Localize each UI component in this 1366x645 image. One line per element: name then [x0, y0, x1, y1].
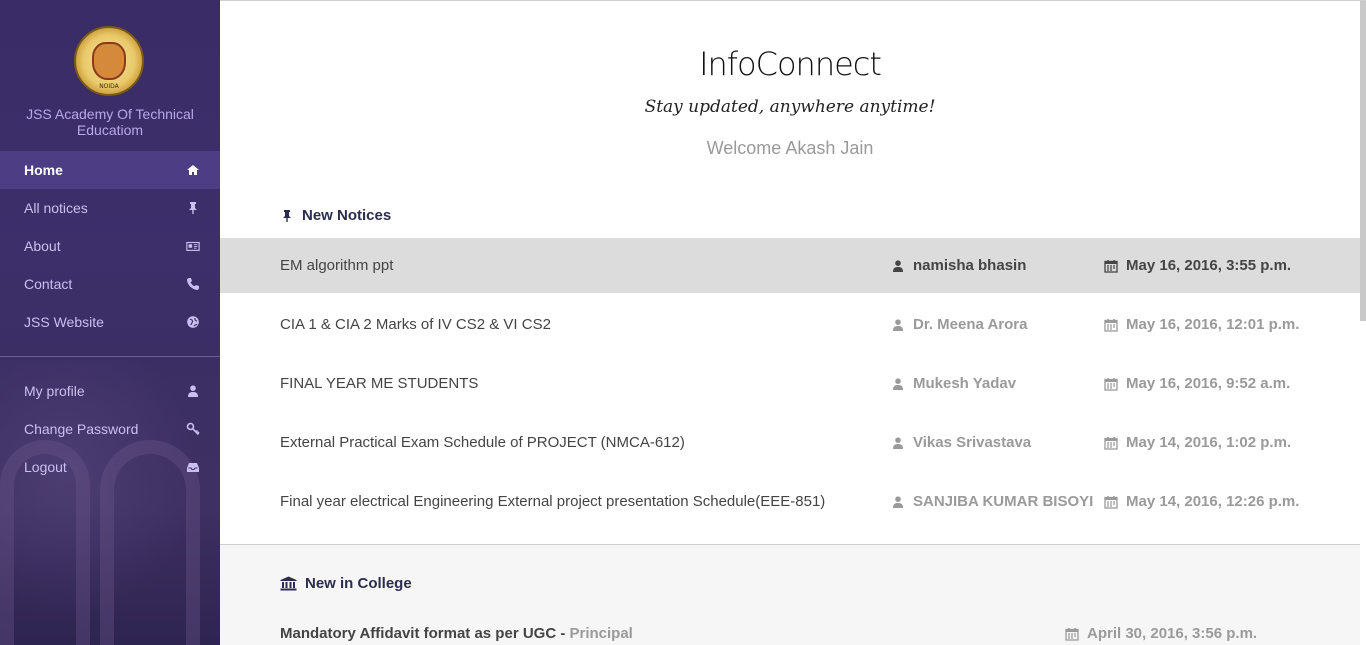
- college-item-date: April 30, 2016, 3:56 p.m.: [1065, 625, 1257, 642]
- nav-item-label: Home: [24, 162, 63, 178]
- new-in-college-heading: New in College: [280, 575, 412, 592]
- nav-item-my-profile[interactable]: My profile: [0, 372, 220, 410]
- notice-title[interactable]: External Practical Exam Schedule of PROJ…: [280, 434, 685, 451]
- college-logo[interactable]: NOIDA: [74, 26, 144, 96]
- notice-row[interactable]: External Practical Exam Schedule of PROJ…: [220, 415, 1360, 470]
- date-text: May 14, 2016, 1:02 p.m.: [1126, 434, 1292, 451]
- date-text: April 30, 2016, 3:56 p.m.: [1087, 625, 1258, 642]
- date-text: May 16, 2016, 9:52 a.m.: [1126, 375, 1291, 392]
- new-notices-heading: New Notices: [280, 207, 391, 224]
- notice-row[interactable]: CIA 1 & CIA 2 Marks of IV CS2 & VI CS2 D…: [220, 297, 1360, 352]
- pin-icon: [186, 201, 200, 215]
- calendar-icon: [1104, 259, 1118, 273]
- calendar-icon: [1065, 627, 1079, 641]
- nav-item-label: Change Password: [24, 421, 139, 437]
- nav-item-contact[interactable]: Contact: [0, 265, 220, 303]
- notice-date: May 16, 2016, 9:52 a.m.: [1104, 375, 1290, 392]
- nav-item-all-notices[interactable]: All notices: [0, 189, 220, 227]
- calendar-icon: [1104, 377, 1118, 391]
- notice-title[interactable]: CIA 1 & CIA 2 Marks of IV CS2 & VI CS2: [280, 316, 551, 333]
- date-text: May 16, 2016, 12:01 p.m.: [1126, 316, 1300, 333]
- author-name: Mukesh Yadav: [913, 375, 1017, 392]
- notice-author: Vikas Srivastava: [891, 434, 1031, 451]
- nav-item-jss-website[interactable]: JSS Website: [0, 303, 220, 341]
- app-title: InfoConnect: [699, 45, 882, 83]
- college-item[interactable]: Mandatory Affidavit format as per UGC - …: [280, 625, 633, 642]
- sidebar: NOIDA JSS Academy Of Technical Educatiom…: [0, 0, 220, 645]
- new-in-college-section: New in College Mandatory Affidavit forma…: [220, 544, 1360, 645]
- college-item-author: Principal: [569, 625, 633, 642]
- notice-row[interactable]: Final year electrical Engineering Extern…: [220, 474, 1360, 529]
- user-icon: [893, 436, 903, 449]
- pin-icon: [280, 209, 294, 223]
- college-item-separator: -: [556, 625, 570, 642]
- globe-icon: [186, 315, 200, 329]
- user-icon: [893, 259, 903, 272]
- author-name: Vikas Srivastava: [913, 434, 1032, 451]
- calendar-icon: [1104, 495, 1118, 509]
- user-icon: [893, 318, 903, 331]
- inbox-icon: [186, 460, 200, 474]
- user-icon: [893, 495, 903, 508]
- institution-icon: [280, 576, 297, 591]
- notice-title[interactable]: Final year electrical Engineering Extern…: [280, 493, 825, 510]
- nav-item-logout[interactable]: Logout: [0, 448, 220, 486]
- nav-item-about[interactable]: About: [0, 227, 220, 265]
- id-card-icon: [186, 239, 200, 253]
- date-text: May 16, 2016, 3:55 p.m.: [1126, 257, 1292, 274]
- account-nav: My profile Change Password Logout: [0, 372, 220, 486]
- notice-row[interactable]: FINAL YEAR ME STUDENTS Mukesh Yadav May …: [220, 356, 1360, 411]
- nav-item-change-password[interactable]: Change Password: [0, 410, 220, 448]
- user-icon: [186, 384, 200, 398]
- user-icon: [893, 377, 903, 390]
- notice-row[interactable]: EM algorithm ppt namisha bhasin May 16, …: [220, 238, 1360, 293]
- logo-text: NOIDA: [99, 83, 119, 90]
- key-icon: [186, 422, 200, 436]
- main-nav: Home All notices About Contact JSS Websi…: [0, 151, 220, 341]
- date-text: May 14, 2016, 12:26 p.m.: [1126, 493, 1300, 510]
- notice-author: Dr. Meena Arora: [891, 316, 1028, 333]
- scrollbar[interactable]: [1360, 1, 1366, 321]
- nav-divider: [0, 356, 220, 357]
- notice-author: SANJIBA KUMAR BISOYI: [891, 493, 1093, 510]
- calendar-icon: [1104, 436, 1118, 450]
- notice-title[interactable]: FINAL YEAR ME STUDENTS: [280, 375, 478, 392]
- tagline: Stay updated, anywhere anytime!: [644, 97, 936, 117]
- notice-title[interactable]: EM algorithm ppt: [280, 257, 393, 274]
- nav-item-label: Contact: [24, 276, 73, 292]
- nav-item-label: JSS Website: [24, 314, 104, 330]
- author-name: SANJIBA KUMAR BISOYI: [913, 493, 1094, 510]
- section-title: New in College: [305, 575, 412, 592]
- college-name: JSS Academy Of Technical Educatiom: [26, 106, 194, 138]
- notice-date: May 16, 2016, 3:55 p.m.: [1104, 257, 1291, 274]
- nav-item-home[interactable]: Home: [0, 151, 220, 189]
- nav-item-label: About: [24, 238, 61, 254]
- welcome-message: Welcome Akash Jain: [706, 138, 874, 158]
- nav-item-label: All notices: [24, 200, 88, 216]
- notice-date: May 16, 2016, 12:01 p.m.: [1104, 316, 1299, 333]
- notice-date: May 14, 2016, 1:02 p.m.: [1104, 434, 1291, 451]
- section-title: New Notices: [302, 207, 392, 224]
- phone-icon: [186, 277, 200, 291]
- author-name: Dr. Meena Arora: [913, 316, 1028, 333]
- college-item-title[interactable]: Mandatory Affidavit format as per UGC: [280, 625, 556, 642]
- notice-date: May 14, 2016, 12:26 p.m.: [1104, 493, 1299, 510]
- nav-item-label: Logout: [24, 459, 67, 475]
- main-content: InfoConnect Stay updated, anywhere anyti…: [220, 0, 1366, 645]
- calendar-icon: [1104, 318, 1118, 332]
- author-name: namisha bhasin: [913, 257, 1027, 274]
- home-icon: [186, 163, 200, 177]
- notice-author: Mukesh Yadav: [891, 375, 1016, 392]
- nav-item-label: My profile: [24, 383, 85, 399]
- notice-author: namisha bhasin: [891, 257, 1026, 274]
